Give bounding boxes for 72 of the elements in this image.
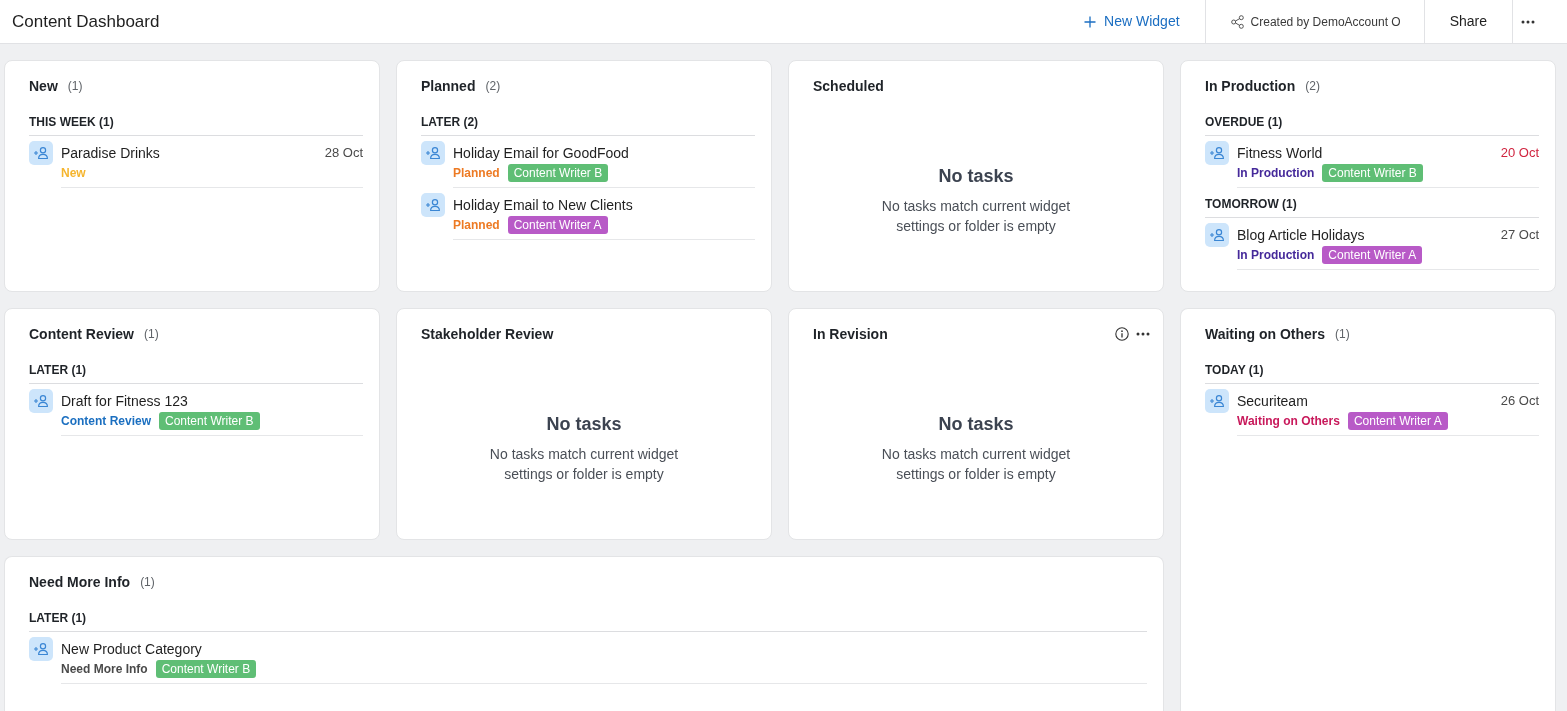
dashboard-title: Content Dashboard	[11, 10, 160, 33]
group-heading: LATER (1)	[29, 362, 363, 384]
widget-title: Stakeholder Review	[421, 324, 554, 344]
assignee-tag: Content Writer B	[507, 163, 609, 182]
widget-title: In Revision	[813, 324, 888, 344]
assignee-tag: Content Writer A	[1322, 245, 1423, 264]
task-count: (1)	[67, 78, 83, 95]
add-person-icon	[29, 389, 53, 413]
group-heading: TODAY (1)	[1205, 362, 1539, 384]
empty-heading: No tasks	[938, 413, 1014, 436]
empty-heading: No tasks	[938, 165, 1014, 188]
share-button[interactable]: Share	[1424, 0, 1512, 43]
task-date: 27 Oct	[1500, 226, 1539, 244]
task-title[interactable]: Paradise Drinks	[61, 143, 160, 163]
status-label: New	[61, 164, 86, 181]
assignee-tag: Content Writer A	[507, 215, 608, 234]
status-label: Planned	[453, 216, 500, 233]
task-count: (2)	[1305, 78, 1320, 95]
plus-icon	[1084, 15, 1097, 28]
task-date: 20 Oct	[1500, 144, 1539, 162]
status-label: In Production	[1237, 164, 1315, 181]
group-heading: LATER (1)	[29, 610, 1147, 632]
assignee-tag: Content Writer B	[159, 411, 260, 430]
task-title[interactable]: New Product Category	[61, 639, 202, 659]
task-count: (2)	[485, 78, 501, 95]
add-person-icon	[1205, 389, 1229, 413]
status-label: Planned	[453, 164, 500, 181]
widget-title: Need More Info	[29, 572, 131, 592]
info-icon[interactable]	[1115, 327, 1129, 341]
widget-title: In Production	[1205, 76, 1296, 96]
more-icon[interactable]	[1136, 332, 1150, 336]
group-heading: THIS WEEK (1)	[29, 114, 363, 136]
status-label: Content Review	[61, 412, 151, 429]
new-widget-button[interactable]: New Widget	[1072, 0, 1205, 43]
task-count: (1)	[1335, 326, 1350, 343]
share-icon	[1230, 14, 1244, 29]
widget-title: Planned	[421, 76, 476, 96]
task-title[interactable]: Holiday Email for GoodFood	[453, 143, 629, 163]
more-icon[interactable]	[1521, 19, 1535, 24]
task-title[interactable]: Blog Article Holidays	[1237, 225, 1365, 245]
task-title[interactable]: Draft for Fitness 123	[61, 391, 188, 411]
add-person-icon	[1205, 223, 1229, 247]
assignee-tag: Content Writer B	[1322, 163, 1423, 182]
empty-message: No tasks match current widget settings or folder is empty	[880, 445, 1072, 484]
add-person-icon	[29, 637, 53, 661]
group-heading: LATER (2)	[421, 114, 755, 136]
widget-title: Content Review	[29, 324, 134, 344]
status-label: In Production	[1237, 246, 1315, 263]
task-count: (1)	[144, 326, 159, 343]
assignee-tag: Content Writer B	[155, 659, 257, 678]
widget-title: New	[29, 76, 58, 96]
task-title[interactable]: Holiday Email to New Clients	[453, 195, 633, 215]
status-label: Need More Info	[61, 660, 148, 677]
group-heading: OVERDUE (1)	[1205, 114, 1539, 136]
widget-title: Waiting on Others	[1205, 324, 1326, 344]
group-heading: TOMORROW (1)	[1205, 196, 1539, 218]
add-person-icon	[29, 141, 53, 165]
task-title[interactable]: Fitness World	[1237, 143, 1323, 163]
add-person-icon	[421, 141, 445, 165]
widget-title: Scheduled	[813, 76, 884, 96]
add-person-icon	[1205, 141, 1229, 165]
created-by-button[interactable]: Created by DemoAccount O	[1205, 0, 1424, 43]
status-label: Waiting on Others	[1237, 412, 1340, 429]
add-person-icon	[421, 193, 445, 217]
task-count: (1)	[140, 574, 155, 591]
task-date: 28 Oct	[324, 144, 363, 162]
empty-message: No tasks match current widget settings or folder is empty	[488, 445, 680, 484]
assignee-tag: Content Writer A	[1347, 411, 1448, 430]
task-date: 26 Oct	[1500, 392, 1539, 410]
task-title[interactable]: Securiteam	[1237, 391, 1308, 411]
empty-heading: No tasks	[546, 413, 622, 436]
empty-message: No tasks match current widget settings or folder is empty	[880, 197, 1072, 236]
